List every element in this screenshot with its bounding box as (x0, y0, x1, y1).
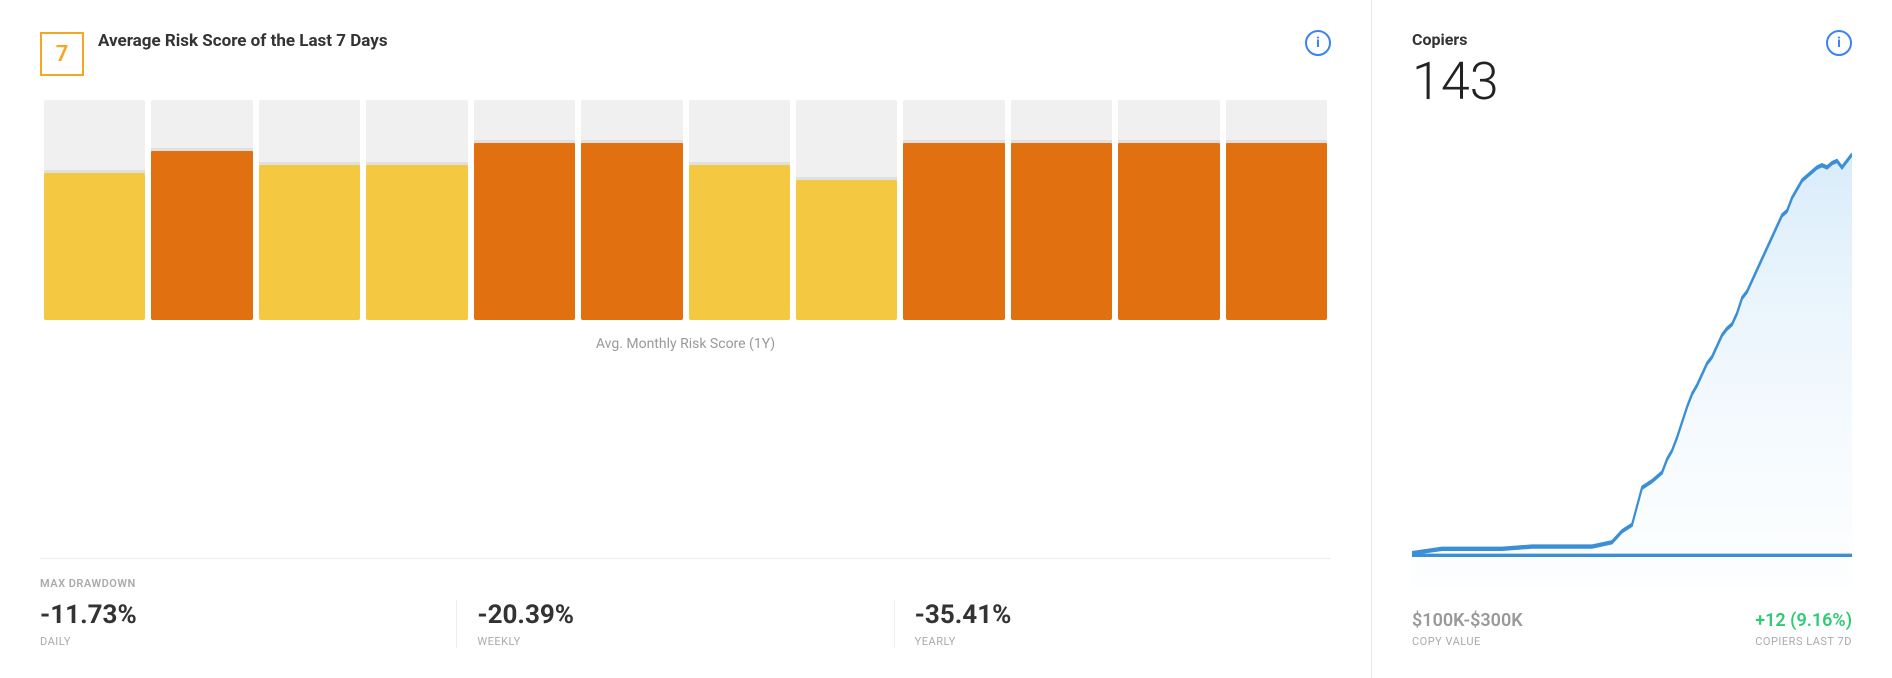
bar-col-2 (259, 100, 360, 320)
bar-top-11 (1226, 100, 1327, 140)
bar-top-3 (366, 100, 467, 162)
bar-fill-9 (1011, 143, 1112, 320)
drawdown-value-1: -20.39% (477, 600, 873, 631)
title-group: 7 Average Risk Score of the Last 7 Days (40, 30, 388, 76)
bar-col-7 (796, 100, 897, 320)
bar-fill-11 (1226, 143, 1327, 320)
bar-top-9 (1011, 100, 1112, 140)
bar-fill-3 (366, 165, 467, 320)
drawdown-item-0: -11.73% DAILY (40, 600, 456, 648)
bar-top-10 (1118, 100, 1219, 140)
bar-top-4 (474, 100, 575, 140)
bar-col-9 (1011, 100, 1112, 320)
bar-fill-7 (796, 180, 897, 320)
drawdown-item-2: -35.41% YEARLY (894, 600, 1331, 648)
bar-col-8 (903, 100, 1004, 320)
bar-col-1 (151, 100, 252, 320)
risk-chart-area: Avg. Monthly Risk Score (1Y) (40, 100, 1331, 538)
drawdown-section: MAX DRAWDOWN -11.73% DAILY -20.39% WEEKL… (40, 558, 1331, 648)
bar-fill-1 (151, 151, 252, 320)
drawdown-value-2: -35.41% (915, 600, 1311, 631)
bar-top-7 (796, 100, 897, 177)
copiers-label: Copiers 143 (1412, 30, 1499, 126)
bar-top-5 (581, 100, 682, 140)
right-header: Copiers 143 i (1412, 30, 1852, 126)
bar-fill-6 (689, 165, 790, 320)
chart-label: Avg. Monthly Risk Score (1Y) (40, 336, 1331, 352)
right-panel: Copiers 143 i $100K-$300K COPY VALUE (1372, 0, 1892, 678)
bar-fill-8 (903, 143, 1004, 320)
copiers-last7d-stat: +12 (9.16%) COPIERS LAST 7D (1755, 610, 1852, 648)
bar-col-3 (366, 100, 467, 320)
copy-value: $100K-$300K (1412, 610, 1523, 631)
copiers-title: Copiers (1412, 30, 1499, 49)
copiers-last7d-value: +12 (9.16%) (1755, 610, 1852, 631)
info-icon-right[interactable]: i (1826, 30, 1852, 56)
copy-value-stat: $100K-$300K COPY VALUE (1412, 610, 1523, 648)
drawdown-period-1: WEEKLY (477, 635, 873, 648)
bar-fill-4 (474, 143, 575, 320)
drawdown-values: -11.73% DAILY -20.39% WEEKLY -35.41% YEA… (40, 600, 1331, 648)
bar-fill-0 (44, 173, 145, 320)
bar-col-6 (689, 100, 790, 320)
copiers-count: 143 (1412, 53, 1499, 110)
bar-fill-5 (581, 143, 682, 320)
bar-col-11 (1226, 100, 1327, 320)
drawdown-period-0: DAILY (40, 635, 436, 648)
bar-top-6 (689, 100, 790, 162)
info-icon-left[interactable]: i (1305, 30, 1331, 56)
copy-value-label: COPY VALUE (1412, 635, 1523, 648)
left-panel: 7 Average Risk Score of the Last 7 Days … (0, 0, 1372, 678)
bar-col-5 (581, 100, 682, 320)
bar-fill-2 (259, 165, 360, 320)
bar-top-0 (44, 100, 145, 170)
bottom-stats: $100K-$300K COPY VALUE +12 (9.16%) COPIE… (1412, 610, 1852, 648)
copiers-chart (1412, 150, 1852, 586)
drawdown-section-label: MAX DRAWDOWN (40, 577, 1331, 590)
bar-col-0 (44, 100, 145, 320)
drawdown-item-1: -20.39% WEEKLY (456, 600, 893, 648)
bar-top-2 (259, 100, 360, 162)
left-header: 7 Average Risk Score of the Last 7 Days … (40, 30, 1331, 76)
bar-top-1 (151, 100, 252, 148)
bar-fill-10 (1118, 143, 1219, 320)
score-badge: 7 (40, 32, 84, 76)
bar-chart (40, 100, 1331, 320)
bar-top-8 (903, 100, 1004, 140)
drawdown-value-0: -11.73% (40, 600, 436, 631)
bar-col-10 (1118, 100, 1219, 320)
bar-col-4 (474, 100, 575, 320)
drawdown-period-2: YEARLY (915, 635, 1311, 648)
copiers-last7d-label: COPIERS LAST 7D (1755, 635, 1852, 648)
panel-title: Average Risk Score of the Last 7 Days (98, 30, 388, 53)
